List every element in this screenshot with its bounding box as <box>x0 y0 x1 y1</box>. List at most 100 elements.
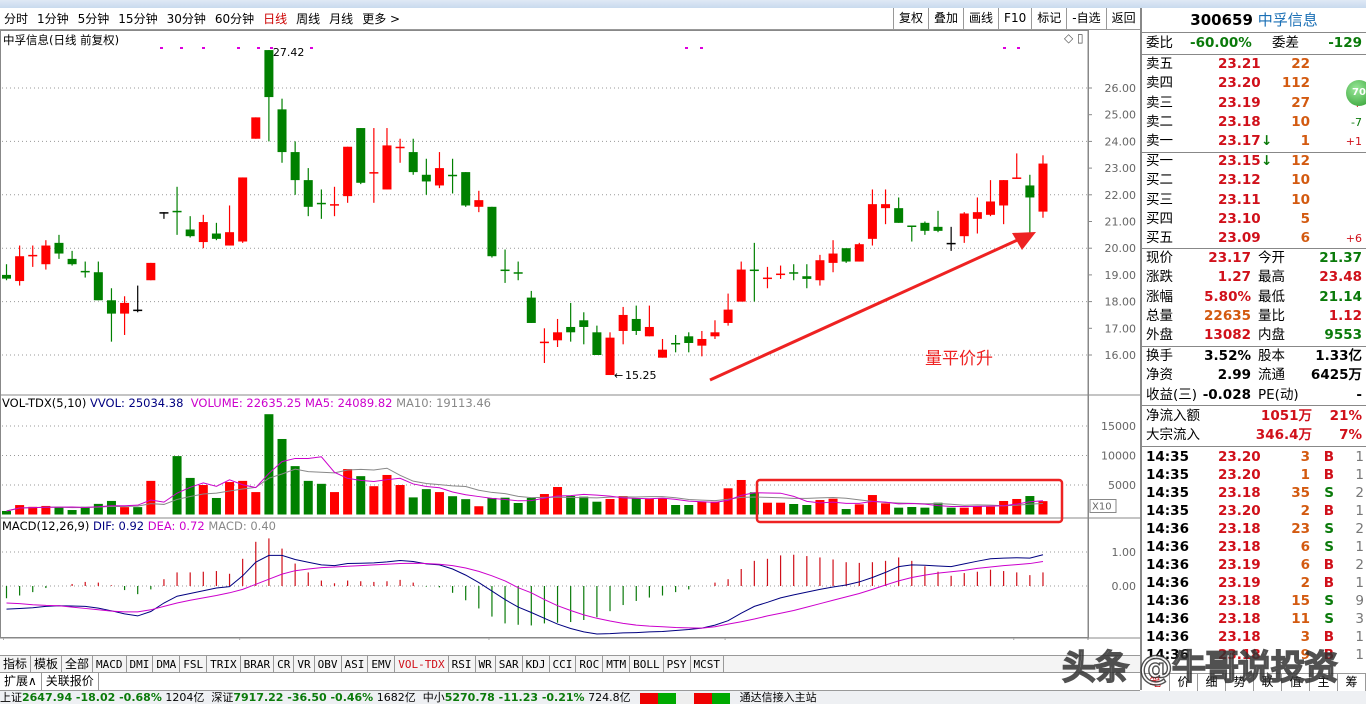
floating-badge[interactable]: 70 <box>1346 80 1366 106</box>
level-volume: 12 <box>1291 152 1310 171</box>
down-arrow-icon: ↓ <box>1261 152 1272 171</box>
volume-bar <box>225 482 234 514</box>
period-tab[interactable]: 更多 > <box>362 10 400 27</box>
tick-volume: 6 <box>1301 556 1310 574</box>
chart-title: 中孚信息(日线 前复权) <box>3 32 119 48</box>
indicator-tab[interactable]: EMV <box>368 656 395 672</box>
indicator-tab[interactable]: MTM <box>603 656 630 672</box>
period-tab[interactable]: 分时 <box>4 10 28 27</box>
tick-row: 14:3523.203B1 <box>1146 448 1364 466</box>
candle <box>54 235 63 259</box>
kline-chart[interactable]: 26.0025.0024.0023.0022.0021.0020.0019.00… <box>0 30 1140 640</box>
period-tab[interactable]: 60分钟 <box>215 10 254 27</box>
buy-level-row[interactable]: 买五23.096+6 <box>1146 229 1364 248</box>
indicator-tab[interactable]: ROC <box>576 656 603 672</box>
stat-value: 21.37 <box>1319 249 1362 268</box>
sell-level-row[interactable]: 卖三23.1927+ <box>1146 94 1364 113</box>
level-change: +1 <box>1346 132 1362 151</box>
macd-value: MACD: 0.40 <box>208 519 276 533</box>
indicator-tab[interactable]: 指标 <box>0 656 31 672</box>
volume-bar <box>999 501 1008 515</box>
buy-level-row[interactable]: 买四23.105 <box>1146 210 1364 229</box>
indicator-tab[interactable]: KDJ <box>523 656 550 672</box>
indicator-tab[interactable]: MCST <box>691 656 725 672</box>
indicator-tab[interactable]: CR <box>274 656 294 672</box>
candle <box>501 250 510 283</box>
sell-level-row[interactable]: 卖五23.2122 <box>1146 55 1364 74</box>
period-tab[interactable]: 月线 <box>329 10 353 27</box>
indicator-tab[interactable]: OBV <box>315 656 342 672</box>
toolbar-button[interactable]: 返回 <box>1106 8 1141 30</box>
candle <box>527 291 536 323</box>
toolbar-button[interactable]: 复权 <box>893 8 928 30</box>
buy-level-row[interactable]: 买一23.15↓12 <box>1146 152 1364 171</box>
indicator-tab[interactable]: CCI <box>550 656 577 672</box>
level-volume: 10 <box>1291 191 1310 210</box>
indicator-tab[interactable]: 模板 <box>31 656 62 672</box>
candle <box>1012 153 1021 179</box>
indicator-tab[interactable]: VOL-TDX <box>395 656 448 672</box>
volume-bar <box>855 504 864 514</box>
volume-axis-label: 15000 <box>1101 420 1136 433</box>
indicator-tab[interactable]: RSI <box>449 656 476 672</box>
period-tab[interactable]: 5分钟 <box>78 10 110 27</box>
volume-bar <box>264 414 273 514</box>
indicator-tab[interactable]: WR <box>476 656 496 672</box>
sell-level-row[interactable]: 卖四23.20112 <box>1146 74 1364 93</box>
indicator-tab[interactable]: MACD <box>93 656 127 672</box>
period-tab[interactable]: 周线 <box>296 10 320 27</box>
buy-level-row[interactable]: 买二23.1210 <box>1146 171 1364 190</box>
indicator-tab[interactable]: FSL <box>180 656 207 672</box>
indicator-tab[interactable]: TRIX <box>207 656 241 672</box>
sell-level-row[interactable]: 卖一23.17↓1+1 <box>1146 132 1364 151</box>
indicator-tab[interactable]: PSY <box>664 656 691 672</box>
candle <box>920 222 929 235</box>
candle <box>868 189 877 245</box>
toolbar-button[interactable]: 叠加 <box>928 8 963 30</box>
level-label: 买五 <box>1146 229 1173 248</box>
period-tab[interactable]: 30分钟 <box>167 10 206 27</box>
tick-side: S <box>1324 592 1334 610</box>
indicator-tab[interactable]: BRAR <box>241 656 275 672</box>
indicator-tab[interactable]: SAR <box>496 656 523 672</box>
toolbar-button[interactable]: -自选 <box>1066 8 1105 30</box>
volume-bar <box>120 507 129 514</box>
candle <box>382 128 391 189</box>
tick-price: 23.19 <box>1218 556 1261 574</box>
level-label: 卖三 <box>1146 94 1173 113</box>
buy-level-row[interactable]: 买三23.1110 <box>1146 191 1364 210</box>
tick-price: 23.20 <box>1218 502 1261 520</box>
volume-bar <box>789 504 798 515</box>
price-axis-label: 19.00 <box>1105 269 1137 282</box>
indicator-tab[interactable]: BOLL <box>630 656 664 672</box>
indicator-tab[interactable]: VR <box>294 656 314 672</box>
indicator-tab[interactable]: ASI <box>342 656 369 672</box>
quote-stat-row: 外盘13082内盘9553 <box>1146 326 1364 345</box>
tick-side: B <box>1324 556 1334 574</box>
volume-multiplier: X10 <box>1092 502 1112 513</box>
weicha-label: 委差 <box>1272 34 1299 53</box>
extension-tab[interactable]: 扩展∧ <box>0 673 42 690</box>
extension-tab[interactable]: 关联报价 <box>42 673 99 690</box>
chart-options-icon[interactable]: ◇ ▯ <box>1064 31 1084 45</box>
indicator-tab[interactable]: 全部 <box>62 656 93 672</box>
quote-tab[interactable]: 筹 <box>1338 674 1366 691</box>
stat-label: 今开 <box>1258 249 1285 268</box>
stat-value: 1.27 <box>1218 268 1251 287</box>
vol-ma10-value: MA10: 19113.46 <box>396 396 491 410</box>
stat-label: 净资 <box>1146 366 1173 385</box>
volume-bar <box>1038 501 1047 514</box>
toolbar-button[interactable]: 画线 <box>963 8 998 30</box>
toolbar-button[interactable]: F10 <box>998 8 1031 30</box>
indicator-tab[interactable]: DMI <box>127 656 154 672</box>
indicator-tab[interactable]: DMA <box>153 656 180 672</box>
stat-value: 6425万 <box>1311 366 1362 385</box>
stat-value: - <box>1356 386 1362 405</box>
period-tab[interactable]: 日线 <box>263 10 287 27</box>
period-tab[interactable]: 1分钟 <box>37 10 69 27</box>
volume-bar <box>566 496 575 514</box>
sell-level-row[interactable]: 卖二23.1810-7 <box>1146 113 1364 132</box>
toolbar-button[interactable]: 标记 <box>1031 8 1066 30</box>
period-tab[interactable]: 15分钟 <box>118 10 157 27</box>
level-volume: 6 <box>1301 229 1310 248</box>
